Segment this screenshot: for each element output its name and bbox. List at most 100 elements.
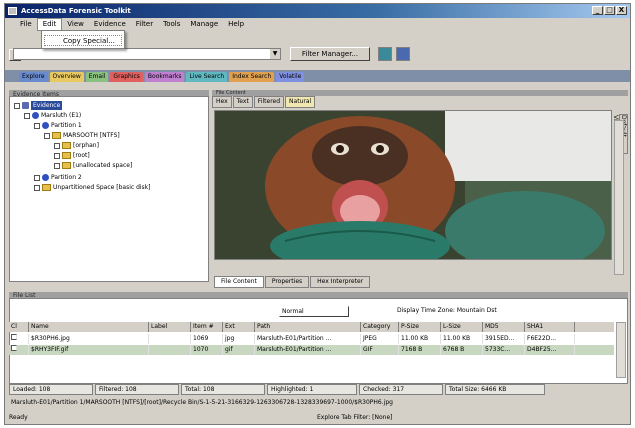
folder-icon: [52, 132, 61, 139]
menu-tools[interactable]: Tools: [158, 19, 185, 30]
viewer-scrollbar[interactable]: [614, 120, 624, 275]
menu-file[interactable]: File: [15, 19, 37, 30]
cell-path: Marsluth-E01/Partition ...: [255, 334, 361, 344]
checkbox[interactable]: [54, 162, 60, 169]
tree-label: Unpartitioned Space [basic disk]: [53, 184, 151, 191]
file-list-scrollbar[interactable]: [616, 322, 626, 378]
checkbox[interactable]: [34, 122, 40, 129]
tree-node-partition-2[interactable]: Partition 2: [34, 173, 82, 182]
cell-psize: 11.00 KB: [399, 334, 441, 344]
checkbox[interactable]: [54, 142, 60, 149]
tree-node-marsooth[interactable]: MARSOOTH [NTFS]: [44, 131, 120, 140]
evidence-icon: [22, 102, 29, 109]
checkbox[interactable]: [34, 184, 40, 191]
cell-md5: 5733C...: [483, 345, 525, 355]
col-md5[interactable]: MD5: [483, 322, 525, 332]
tab-bookmarks[interactable]: Bookmarks: [144, 72, 185, 82]
tab-properties[interactable]: Properties: [264, 276, 310, 288]
tab-hex-interpreter[interactable]: Hex Interpreter: [310, 276, 371, 288]
tab-index-search[interactable]: Index Search: [229, 72, 275, 82]
orangutan-image: [215, 111, 611, 259]
col-sha1[interactable]: SHA1: [525, 322, 575, 332]
checkbox[interactable]: [14, 102, 20, 109]
total-count: Total: 108: [181, 384, 265, 395]
col-path[interactable]: Path: [255, 322, 361, 332]
tab-file-content[interactable]: File Content: [214, 276, 264, 288]
close-button[interactable]: X: [616, 6, 627, 15]
row-checkbox[interactable]: [9, 345, 29, 355]
filter-settings-icon[interactable]: [396, 47, 410, 61]
checkbox[interactable]: [34, 174, 40, 181]
tab-explore[interactable]: Explore: [19, 72, 48, 82]
file-list-columns: Cl Name Label Item # Ext Path Category P…: [9, 322, 614, 332]
col-lsize[interactable]: L-Size: [441, 322, 483, 332]
tree-node-unpartitioned[interactable]: Unpartitioned Space [basic disk]: [34, 183, 151, 192]
timezone-label: Display Time Zone: Mountain Dst: [397, 307, 497, 314]
table-row[interactable]: $RHY3FIF.gif 1070 gif Marsluth-E01/Parti…: [9, 345, 614, 355]
file-content-viewer: File Content Hex Text Filtered Natural F…: [212, 90, 628, 288]
col-item[interactable]: Item #: [191, 322, 223, 332]
copy-special-menu-item[interactable]: Copy Special...: [44, 35, 122, 46]
tab-email[interactable]: Email: [85, 72, 109, 82]
tree-label: Partition 2: [51, 174, 82, 181]
checkbox[interactable]: [54, 152, 60, 159]
highlighted-count: Highlighted: 1: [267, 384, 357, 395]
disk-icon: [32, 112, 39, 119]
file-list-toolbar: Normal Display Time Zone: Mountain Dst: [9, 306, 628, 318]
tree-node-unallocated[interactable]: [unallocated space]: [54, 161, 132, 170]
filter-manager-button[interactable]: Filter Manager...: [290, 47, 370, 61]
tab-hex[interactable]: Hex: [212, 96, 232, 108]
cell-ext: gif: [223, 345, 255, 355]
cell-label: [149, 334, 191, 344]
folder-icon: [62, 142, 71, 149]
tab-graphics[interactable]: Graphics: [110, 72, 143, 82]
col-cl[interactable]: Cl: [9, 322, 29, 332]
tab-filtered[interactable]: Filtered: [253, 96, 285, 108]
tree-node-marsluth[interactable]: Marsluth (E1): [24, 111, 81, 120]
checkbox[interactable]: [44, 132, 50, 139]
explore-filter-status: Explore Tab Filter: [None]: [317, 414, 393, 421]
filtered-count: Filtered: 108: [95, 384, 179, 395]
tree-node-root[interactable]: [root]: [54, 151, 90, 160]
filter-on-icon[interactable]: [378, 47, 392, 61]
menu-help[interactable]: Help: [223, 19, 249, 30]
app-icon: [8, 7, 17, 15]
tree-node-partition-1[interactable]: Partition 1: [34, 121, 82, 130]
menu-filter[interactable]: Filter: [131, 19, 158, 30]
tab-text[interactable]: Text: [232, 96, 253, 108]
checkbox[interactable]: [24, 112, 30, 119]
cell-item: 1070: [191, 345, 223, 355]
col-label[interactable]: Label: [149, 322, 191, 332]
tab-overview[interactable]: Overview: [49, 72, 84, 82]
menu-evidence[interactable]: Evidence: [89, 19, 131, 30]
loaded-count: Loaded: 108: [9, 384, 93, 395]
menu-view[interactable]: View: [62, 19, 89, 30]
tab-volatile[interactable]: Volatile: [276, 72, 305, 82]
col-ext[interactable]: Ext: [223, 322, 255, 332]
maximize-button[interactable]: □: [604, 6, 615, 15]
cell-item: 1069: [191, 334, 223, 344]
filter-combo[interactable]: ▼: [13, 48, 281, 60]
edit-menu-dropdown: Copy Special...: [41, 30, 125, 49]
chevron-down-icon[interactable]: ▼: [270, 49, 280, 59]
tree-label: Marsluth (E1): [41, 112, 82, 119]
tree-node-orphan[interactable]: [orphan]: [54, 141, 99, 150]
col-psize[interactable]: P-Size: [399, 322, 441, 332]
table-row[interactable]: $R30PH6.jpg 1069 jpg Marsluth-E01/Partit…: [9, 334, 614, 344]
minimize-button[interactable]: _: [592, 6, 603, 15]
tree-label: [root]: [73, 152, 90, 159]
title-bar: AccessData Forensic Toolkit _ □ X: [5, 4, 630, 18]
evidence-tree: Evidence Marsluth (E1) Partition 1 MARSO…: [9, 96, 209, 282]
cell-psize: 7168 B: [399, 345, 441, 355]
col-category[interactable]: Category: [361, 322, 399, 332]
tab-natural[interactable]: Natural: [285, 96, 316, 108]
cell-sha1: D4BF25...: [525, 345, 575, 355]
tab-live-search[interactable]: Live Search: [186, 72, 228, 82]
row-checkbox[interactable]: [9, 334, 29, 344]
menu-manage[interactable]: Manage: [185, 19, 223, 30]
folder-icon: [62, 152, 71, 159]
mode-select[interactable]: Normal: [279, 306, 349, 317]
tree-node-evidence[interactable]: Evidence: [14, 101, 63, 110]
checked-count: Checked: 317: [359, 384, 443, 395]
col-name[interactable]: Name: [29, 322, 149, 332]
